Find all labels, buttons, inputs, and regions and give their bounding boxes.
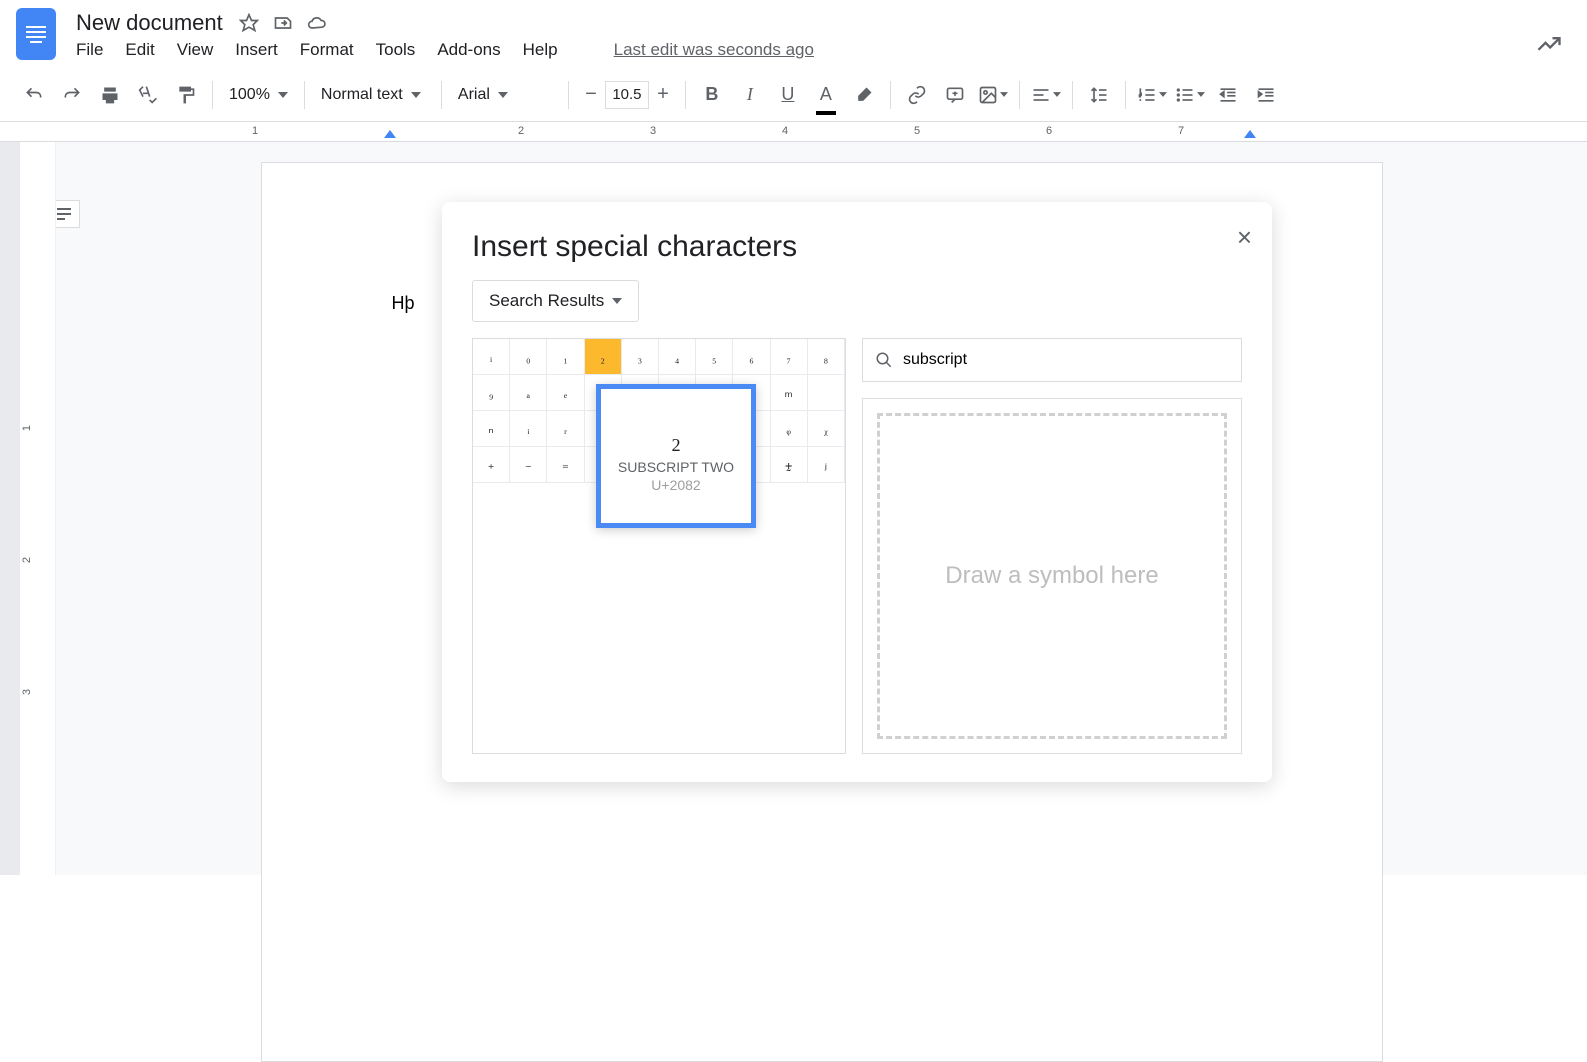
character-cell[interactable]: ₅ <box>696 339 733 375</box>
bold-button[interactable]: B <box>694 77 730 113</box>
character-cell[interactable]: ᵢ <box>473 339 510 375</box>
character-cell[interactable]: ᵪ <box>808 411 845 447</box>
document-title[interactable]: New document <box>76 10 223 36</box>
character-cell[interactable]: ₈ <box>808 339 845 375</box>
character-cell[interactable]: ₁ <box>547 339 584 375</box>
text-color-button[interactable]: A <box>808 77 844 113</box>
star-icon[interactable] <box>239 13 259 33</box>
comment-button[interactable] <box>937 77 973 113</box>
menu-edit[interactable]: Edit <box>125 40 154 60</box>
cloud-icon[interactable] <box>307 13 327 33</box>
dialog-close-button[interactable]: × <box>1237 222 1252 253</box>
decrease-indent-button[interactable] <box>1210 77 1246 113</box>
italic-button[interactable]: I <box>732 77 768 113</box>
character-cell[interactable]: ₉ <box>473 375 510 411</box>
increase-font-button[interactable]: + <box>649 81 677 109</box>
character-tooltip: ₂ SUBSCRIPT TWO U+2082 <box>596 384 756 528</box>
horizontal-ruler: 1 2 3 4 5 6 7 <box>0 122 1587 142</box>
docs-logo[interactable] <box>16 8 56 60</box>
character-cell[interactable]: ₆ <box>733 339 770 375</box>
style-select[interactable]: Normal text <box>313 86 433 104</box>
paint-format-button[interactable] <box>168 77 204 113</box>
font-select[interactable]: Arial <box>450 86 560 104</box>
print-button[interactable] <box>92 77 128 113</box>
draw-symbol-canvas[interactable]: Draw a symbol here <box>877 413 1227 739</box>
highlight-button[interactable] <box>846 77 882 113</box>
right-indent-marker[interactable] <box>1244 130 1256 138</box>
character-cell[interactable]: ⱼ <box>808 447 845 483</box>
character-cell[interactable]: ₘ <box>771 375 808 411</box>
undo-button[interactable] <box>16 77 52 113</box>
character-cell[interactable]: ₃ <box>622 339 659 375</box>
character-cell[interactable]: ₊ <box>473 447 510 483</box>
menu-tools[interactable]: Tools <box>376 40 416 60</box>
toolbar: 100% Normal text Arial − + B I U A <box>0 68 1587 122</box>
menu-file[interactable]: File <box>76 40 103 60</box>
redo-button[interactable] <box>54 77 90 113</box>
character-cell[interactable]: ₐ <box>510 375 547 411</box>
character-cell[interactable]: ₂ <box>585 339 622 375</box>
character-cell[interactable] <box>808 375 845 411</box>
font-size-input[interactable] <box>605 81 649 109</box>
line-spacing-button[interactable] <box>1081 77 1117 113</box>
numbered-list-button[interactable] <box>1134 77 1170 113</box>
tooltip-code: U+2082 <box>651 477 700 493</box>
align-button[interactable] <box>1028 77 1064 113</box>
vertical-ruler: 1 2 3 <box>20 142 56 875</box>
image-button[interactable] <box>975 77 1011 113</box>
tooltip-character: ₂ <box>671 419 681 453</box>
menu-help[interactable]: Help <box>523 40 558 60</box>
menu-insert[interactable]: Insert <box>235 40 278 60</box>
category-dropdown[interactable]: Search Results <box>472 280 639 322</box>
search-input[interactable] <box>903 351 1229 369</box>
underline-button[interactable]: U <box>770 77 806 113</box>
character-cell[interactable]: ᵩ <box>771 411 808 447</box>
draw-symbol-panel: Draw a symbol here <box>862 398 1242 754</box>
character-cell[interactable]: ₙ <box>473 411 510 447</box>
menu-format[interactable]: Format <box>300 40 354 60</box>
last-edit-link[interactable]: Last edit was seconds ago <box>614 40 814 60</box>
character-cell[interactable]: ₇ <box>771 339 808 375</box>
menu-bar: File Edit View Insert Format Tools Add-o… <box>76 40 1571 60</box>
link-button[interactable] <box>899 77 935 113</box>
left-indent-marker[interactable] <box>384 130 396 138</box>
character-cell[interactable]: ₀ <box>510 339 547 375</box>
bullet-list-button[interactable] <box>1172 77 1208 113</box>
character-cell[interactable]: ⨦ <box>771 447 808 483</box>
character-cell[interactable]: ₄ <box>659 339 696 375</box>
character-cell[interactable]: ₑ <box>547 375 584 411</box>
app-header: New document File Edit View Insert Forma… <box>0 0 1587 60</box>
character-cell[interactable]: ₋ <box>510 447 547 483</box>
special-characters-dialog: × Insert special characters Search Resul… <box>442 202 1272 782</box>
search-icon <box>875 351 893 369</box>
character-cell[interactable]: ᵣ <box>547 411 584 447</box>
tooltip-name: SUBSCRIPT TWO <box>618 459 734 475</box>
move-icon[interactable] <box>273 13 293 33</box>
menu-view[interactable]: View <box>177 40 214 60</box>
document-content: Hþ <box>392 293 415 313</box>
explore-icon[interactable] <box>1535 30 1563 58</box>
character-cell[interactable]: ₌ <box>547 447 584 483</box>
dialog-title: Insert special characters <box>472 230 1242 264</box>
spellcheck-button[interactable] <box>130 77 166 113</box>
character-cell[interactable]: ᵢ <box>510 411 547 447</box>
decrease-font-button[interactable]: − <box>577 81 605 109</box>
search-box <box>862 338 1242 382</box>
menu-addons[interactable]: Add-ons <box>437 40 500 60</box>
zoom-select[interactable]: 100% <box>221 86 296 104</box>
increase-indent-button[interactable] <box>1248 77 1284 113</box>
